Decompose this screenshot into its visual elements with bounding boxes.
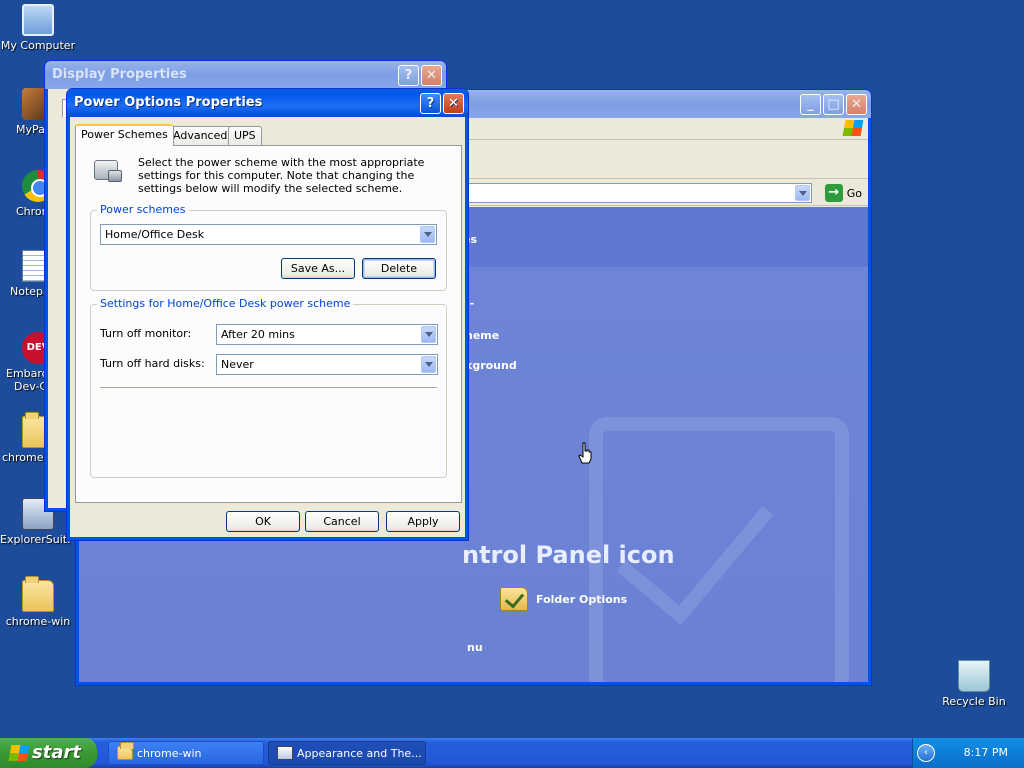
- system-tray: ‹ 8:17 PM: [912, 738, 1024, 768]
- tab-power-schemes[interactable]: Power Schemes: [75, 124, 174, 146]
- windows-logo-icon: [8, 745, 30, 761]
- start-button[interactable]: start: [0, 738, 97, 768]
- divider: [100, 387, 437, 389]
- folder-icon: [117, 742, 134, 760]
- ok-button[interactable]: OK: [226, 511, 300, 532]
- group-label: Power schemes: [97, 203, 189, 216]
- maximize-button[interactable]: □: [823, 94, 844, 115]
- group-label: Settings for Home/Office Desk power sche…: [97, 297, 354, 310]
- close-button[interactable]: ✕: [846, 94, 867, 115]
- window-title: Display Properties: [52, 67, 187, 82]
- folder-options-icon: [500, 587, 528, 611]
- desktop-icon-label: My Computer: [0, 39, 76, 52]
- window-title: Power Options Properties: [74, 95, 263, 110]
- close-button[interactable]: ✕: [443, 93, 464, 114]
- show-hidden-icons-button[interactable]: ‹: [917, 744, 935, 762]
- power-schemes-group: Power schemes Home/Office Desk Save As..…: [90, 203, 447, 291]
- taskbar: start chrome-win Appearance and The... ‹…: [0, 738, 1024, 768]
- power-scheme-select[interactable]: Home/Office Desk: [100, 224, 437, 245]
- clock[interactable]: 8:17 PM: [964, 746, 1008, 759]
- turn-off-monitor-select[interactable]: After 20 mins: [216, 324, 438, 345]
- chevron-down-icon[interactable]: [421, 326, 436, 343]
- turn-off-monitor-value: After 20 mins: [221, 328, 295, 341]
- save-as-button[interactable]: Save As...: [281, 258, 355, 279]
- cancel-button[interactable]: Cancel: [305, 511, 379, 532]
- desktop-icon-label: ExplorerSuit.: [0, 533, 71, 546]
- intro-text: Select the power scheme with the most ap…: [138, 156, 425, 195]
- chevron-down-icon[interactable]: [421, 356, 436, 373]
- start-label: start: [32, 742, 81, 763]
- pick-icon-heading: ntrol Panel icon: [462, 541, 675, 569]
- desktop-icon-recycle-bin[interactable]: Recycle Bin: [936, 660, 1012, 708]
- task-link[interactable]: heme: [465, 329, 499, 342]
- desktop-icon-my-computer[interactable]: My Computer: [0, 4, 76, 52]
- power-scheme-value: Home/Office Desk: [105, 228, 205, 241]
- computer-icon: [22, 4, 54, 36]
- hand-cursor-icon: [578, 442, 592, 464]
- folder-options-label: Folder Options: [536, 592, 628, 606]
- turn-off-hard-disks-value: Never: [221, 358, 254, 371]
- go-label: Go: [846, 186, 862, 200]
- desktop-icon-chrome-win[interactable]: chrome-win: [0, 576, 76, 628]
- control-panel-icon: [277, 746, 293, 760]
- folder-icon: [22, 576, 54, 612]
- help-button[interactable]: ?: [398, 65, 419, 86]
- power-options-dialog[interactable]: Power Options Properties ? ✕ Power Schem…: [66, 88, 469, 541]
- windows-logo-icon: [842, 120, 864, 136]
- power-options-body: Power Schemes Advanced UPS Select the po…: [70, 117, 465, 537]
- chevron-down-icon[interactable]: [795, 185, 810, 201]
- apply-button[interactable]: Apply: [386, 511, 460, 532]
- close-button[interactable]: ✕: [421, 65, 442, 86]
- chevron-down-icon[interactable]: [420, 226, 435, 243]
- folder-options-link[interactable]: Folder Options: [500, 587, 627, 611]
- tab-ups[interactable]: UPS: [228, 126, 262, 145]
- turn-off-hard-disks-select[interactable]: Never: [216, 354, 438, 375]
- taskbar-button-label: chrome-win: [137, 747, 202, 760]
- taskbar-button-appearance-themes[interactable]: Appearance and The...: [268, 741, 426, 765]
- power-plug-icon: [92, 156, 124, 186]
- go-arrow-icon: →: [824, 184, 843, 202]
- power-options-titlebar[interactable]: Power Options Properties ? ✕: [67, 89, 468, 117]
- taskbar-button-label: Appearance and The...: [297, 747, 422, 760]
- delete-button[interactable]: Delete: [362, 258, 436, 279]
- task-link[interactable]: kground: [465, 359, 517, 372]
- turn-off-monitor-label: Turn off monitor:: [100, 327, 192, 340]
- display-properties-titlebar[interactable]: Display Properties ? ✕: [45, 61, 446, 89]
- tab-advanced[interactable]: Advanced: [167, 126, 234, 145]
- desktop-icon-label: chrome-win: [5, 615, 71, 628]
- scheme-settings-group: Settings for Home/Office Desk power sche…: [90, 297, 447, 478]
- desktop-icon-label: Recycle Bin: [942, 695, 1006, 708]
- taskbar-button-chrome-win[interactable]: chrome-win: [108, 741, 264, 765]
- minimize-button[interactable]: _: [800, 94, 821, 115]
- help-button[interactable]: ?: [420, 93, 441, 114]
- task-link[interactable]: nu: [467, 641, 483, 654]
- recycle-bin-icon: [958, 660, 990, 692]
- turn-off-hard-disks-label: Turn off hard disks:: [100, 357, 205, 370]
- power-schemes-panel: Select the power scheme with the most ap…: [75, 145, 462, 503]
- go-button[interactable]: → Go: [824, 183, 862, 203]
